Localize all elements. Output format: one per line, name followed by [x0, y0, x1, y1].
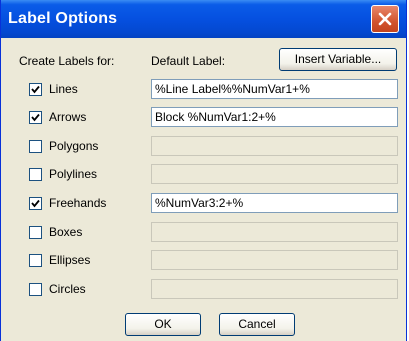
close-icon [378, 12, 392, 26]
label-options-dialog: Label Options Create Labels for: Default… [0, 0, 407, 341]
cancel-button[interactable]: Cancel [219, 313, 295, 336]
ok-button[interactable]: OK [125, 313, 201, 336]
checkbox-boxes[interactable] [29, 226, 42, 239]
checkbox-circles[interactable] [29, 283, 42, 296]
field-boxes[interactable] [151, 222, 398, 242]
check-icon [31, 113, 40, 122]
field-arrows[interactable]: Block %NumVar1:2+% [151, 107, 398, 127]
field-lines[interactable]: %Line Label%%NumVar1+% [151, 79, 398, 99]
checkbox-freehands[interactable] [29, 197, 42, 210]
checkbox-lines[interactable] [29, 83, 42, 96]
label-circles: Circles [49, 282, 86, 296]
label-freehands: Freehands [49, 196, 107, 210]
insert-variable-button[interactable]: Insert Variable... [279, 48, 397, 71]
label-arrows: Arrows [49, 110, 87, 124]
label-polylines: Polylines [49, 167, 98, 181]
label-lines: Lines [49, 82, 78, 96]
title-bar: Label Options [1, 0, 406, 38]
close-button[interactable] [371, 5, 399, 33]
check-icon [31, 85, 40, 94]
field-polylines[interactable] [151, 164, 398, 184]
field-ellipses[interactable] [151, 250, 398, 270]
field-polygons[interactable] [151, 136, 398, 156]
checkbox-polygons[interactable] [29, 140, 42, 153]
checkbox-arrows[interactable] [29, 111, 42, 124]
default-label-heading: Default Label: [151, 54, 226, 68]
check-icon [31, 199, 40, 208]
label-ellipses: Ellipses [49, 253, 91, 267]
label-polygons: Polygons [49, 139, 99, 153]
checkbox-ellipses[interactable] [29, 254, 42, 267]
label-boxes: Boxes [49, 225, 83, 239]
checkbox-polylines[interactable] [29, 168, 42, 181]
create-labels-heading: Create Labels for: [19, 54, 115, 68]
field-circles[interactable] [151, 279, 398, 299]
field-freehands[interactable]: %NumVar3:2+% [151, 193, 398, 213]
dialog-title: Label Options [8, 10, 118, 27]
